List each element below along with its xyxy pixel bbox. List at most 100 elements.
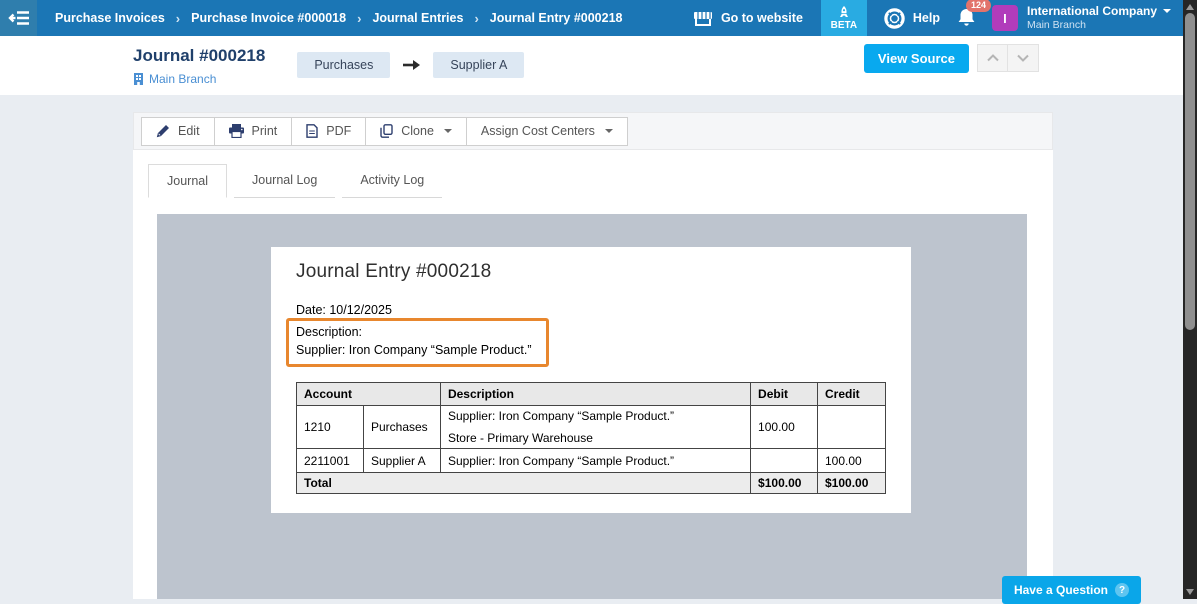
scrollbar-thumb[interactable] bbox=[1185, 13, 1195, 330]
branch-label: Main Branch bbox=[149, 72, 216, 86]
company-branch-label: Main Branch bbox=[1027, 19, 1171, 32]
caret-down-icon bbox=[605, 129, 613, 133]
question-mark-icon: ? bbox=[1115, 583, 1129, 597]
toolbar-button-group: Edit Print PDF bbox=[141, 117, 628, 146]
total-debit-cell: $100.00 bbox=[751, 473, 818, 494]
breadcrumb: Purchase Invoices › Purchase Invoice #00… bbox=[55, 11, 623, 26]
table-header-row: Account Description Debit Credit bbox=[297, 383, 886, 406]
document-title: Journal Entry #000218 bbox=[296, 261, 886, 283]
account-name-cell: Supplier A bbox=[363, 449, 440, 473]
printer-icon bbox=[229, 124, 244, 138]
help-label: Help bbox=[913, 11, 940, 25]
assign-cost-centers-button[interactable]: Assign Cost Centers bbox=[467, 118, 627, 145]
breadcrumb-separator-icon: › bbox=[357, 11, 361, 26]
account-column-header: Account bbox=[297, 383, 441, 406]
company-menu[interactable]: International Company Main Branch bbox=[1027, 4, 1171, 32]
edit-button[interactable]: Edit bbox=[142, 118, 215, 145]
journal-flow: Purchases Supplier A bbox=[297, 52, 524, 78]
page-title: Journal #000218 bbox=[133, 46, 265, 66]
chevron-down-icon bbox=[1017, 54, 1029, 62]
pdf-file-icon bbox=[306, 124, 318, 138]
table-row: 1210 Purchases Supplier: Iron Company “S… bbox=[297, 406, 886, 449]
description-cell: Supplier: Iron Company “Sample Product.” bbox=[440, 449, 750, 473]
clone-button[interactable]: Clone bbox=[366, 118, 467, 145]
go-to-website-label: Go to website bbox=[721, 11, 803, 25]
account-code-cell: 2211001 bbox=[297, 449, 364, 473]
previous-record-button[interactable] bbox=[977, 44, 1008, 72]
table-row: 2211001 Supplier A Supplier: Iron Compan… bbox=[297, 449, 886, 473]
breadcrumb-journal-entry-000218[interactable]: Journal Entry #000218 bbox=[490, 11, 623, 25]
company-avatar[interactable]: I bbox=[992, 5, 1018, 31]
arrow-right-icon bbox=[403, 60, 420, 70]
clone-label: Clone bbox=[401, 124, 434, 138]
breadcrumb-purchase-invoices[interactable]: Purchase Invoices bbox=[55, 11, 165, 25]
description-cell: Supplier: Iron Company “Sample Product.”… bbox=[440, 406, 750, 449]
flow-to-chip[interactable]: Supplier A bbox=[433, 52, 524, 78]
journal-entry-sheet: Journal Entry #000218 Date: 10/12/2025 D… bbox=[271, 247, 911, 513]
record-pager bbox=[977, 44, 1039, 72]
pdf-label: PDF bbox=[326, 124, 351, 138]
flow-from-chip[interactable]: Purchases bbox=[297, 52, 390, 78]
table-total-row: Total $100.00 $100.00 bbox=[297, 473, 886, 494]
action-toolbar: Edit Print PDF bbox=[133, 112, 1053, 150]
tab-activity-log[interactable]: Activity Log bbox=[342, 164, 442, 198]
debit-column-header: Debit bbox=[751, 383, 818, 406]
website-icon bbox=[693, 11, 713, 26]
notification-count-badge: 124 bbox=[966, 0, 991, 12]
tab-journal-log[interactable]: Journal Log bbox=[234, 164, 335, 198]
breadcrumb-purchase-invoice-000018[interactable]: Purchase Invoice #000018 bbox=[191, 11, 346, 25]
breadcrumb-journal-entries[interactable]: Journal Entries bbox=[372, 11, 463, 25]
top-navigation-bar: Purchase Invoices › Purchase Invoice #00… bbox=[0, 0, 1183, 36]
total-label-cell: Total bbox=[297, 473, 751, 494]
next-record-button[interactable] bbox=[1008, 44, 1039, 72]
document-date: Date: 10/12/2025 bbox=[296, 303, 886, 317]
header-actions: View Source bbox=[864, 44, 1039, 95]
caret-down-icon bbox=[444, 129, 452, 133]
page-header: Journal #000218 Main Branch Purchases Su… bbox=[0, 36, 1183, 95]
chevron-up-icon bbox=[987, 54, 999, 62]
tab-bar: Journal Journal Log Activity Log bbox=[148, 164, 449, 198]
outdent-menu-icon bbox=[8, 10, 30, 26]
assign-cost-centers-label: Assign Cost Centers bbox=[481, 124, 595, 138]
have-a-question-button[interactable]: Have a Question ? bbox=[1002, 576, 1141, 604]
building-icon bbox=[133, 73, 144, 85]
branch-link[interactable]: Main Branch bbox=[133, 72, 265, 86]
help-button[interactable]: Help bbox=[884, 8, 940, 29]
journal-entries-table: Account Description Debit Credit 1210 Pu… bbox=[296, 382, 886, 494]
credit-column-header: Credit bbox=[818, 383, 886, 406]
vertical-scrollbar[interactable] bbox=[1183, 0, 1197, 599]
description-value: Supplier: Iron Company “Sample Product.” bbox=[296, 342, 532, 360]
description-label: Description: bbox=[296, 324, 532, 342]
description-column-header: Description bbox=[440, 383, 750, 406]
debit-cell bbox=[751, 449, 818, 473]
edit-label: Edit bbox=[178, 124, 200, 138]
credit-cell bbox=[818, 406, 886, 449]
go-to-website-link[interactable]: Go to website bbox=[693, 11, 803, 26]
breadcrumb-separator-icon: › bbox=[474, 11, 478, 26]
account-code-cell: 1210 bbox=[297, 406, 364, 449]
credit-cell: 100.00 bbox=[818, 449, 886, 473]
beta-badge[interactable]: BETA bbox=[821, 0, 867, 36]
tab-journal[interactable]: Journal bbox=[148, 164, 227, 198]
chevron-down-icon bbox=[1163, 9, 1171, 13]
breadcrumb-separator-icon: › bbox=[176, 11, 180, 26]
help-life-ring-icon bbox=[884, 8, 905, 29]
scrollbar-down-arrow[interactable] bbox=[1186, 589, 1194, 595]
print-button[interactable]: Print bbox=[215, 118, 293, 145]
clone-copy-icon bbox=[380, 124, 393, 138]
view-source-button[interactable]: View Source bbox=[864, 44, 969, 73]
debit-cell: 100.00 bbox=[751, 406, 818, 449]
notifications-button[interactable]: 124 bbox=[957, 8, 976, 28]
topbar-right-section: Go to website BETA Help bbox=[693, 0, 1183, 36]
print-label: Print bbox=[252, 124, 278, 138]
description-highlight-box: Description: Supplier: Iron Company “Sam… bbox=[286, 318, 549, 367]
total-credit-cell: $100.00 bbox=[818, 473, 886, 494]
company-name-label: International Company bbox=[1027, 4, 1157, 19]
account-name-cell: Purchases bbox=[363, 406, 440, 449]
scrollbar-up-arrow[interactable] bbox=[1186, 4, 1194, 10]
pdf-button[interactable]: PDF bbox=[292, 118, 366, 145]
beta-label: BETA bbox=[831, 20, 857, 31]
journal-title-block: Journal #000218 Main Branch bbox=[133, 36, 265, 95]
collapse-sidebar-button[interactable] bbox=[0, 0, 37, 36]
pencil-icon bbox=[156, 124, 170, 138]
